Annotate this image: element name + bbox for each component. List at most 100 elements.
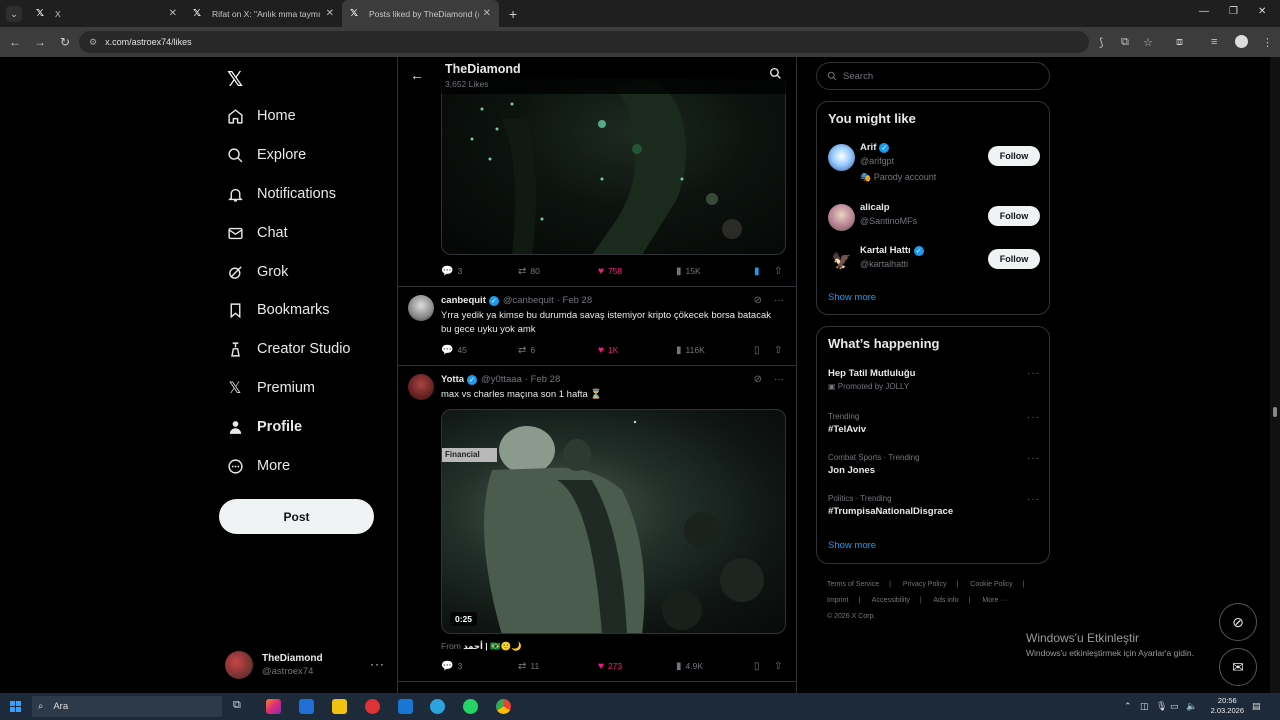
- nav-chat[interactable]: Chat: [226, 221, 288, 245]
- chrome-icon[interactable]: [496, 699, 511, 714]
- author-name[interactable]: Yotta: [441, 374, 464, 385]
- like-button[interactable]: ♥ 758: [598, 266, 622, 277]
- media-icon[interactable]: ≡: [1211, 36, 1217, 48]
- messages-float-button[interactable]: ✉: [1219, 648, 1257, 686]
- nav-home[interactable]: Home: [226, 104, 296, 128]
- footer-link[interactable]: Cookie Policy: [970, 581, 1012, 588]
- nav-more[interactable]: More: [226, 454, 290, 478]
- video-source[interactable]: From أحمد | 🇧🇷🙂🌙: [441, 641, 522, 652]
- close-tab-icon[interactable]: ✕: [169, 8, 177, 19]
- back-arrow-icon[interactable]: ←: [3, 30, 27, 54]
- tweet-video[interactable]: Financial 0:25: [441, 409, 786, 634]
- tray-chevron-icon[interactable]: ⌃: [1124, 701, 1132, 712]
- profile-avatar[interactable]: [1235, 35, 1248, 48]
- footer-link[interactable]: Accessibility: [872, 597, 910, 604]
- more-dots-icon[interactable]: ···: [774, 374, 784, 385]
- browser-tab[interactable]: 𝕏 Rifat on X: "Anlık mma taymı ht ✕: [185, 0, 342, 27]
- translate-icon[interactable]: ⟆: [1099, 36, 1103, 49]
- taskbar-clock[interactable]: 20:56 2.03.2026: [1211, 696, 1244, 716]
- close-tab-icon[interactable]: ✕: [326, 8, 334, 19]
- grok-float-button[interactable]: ⊘: [1219, 603, 1257, 641]
- bookmark-button[interactable]: ▮: [754, 266, 764, 277]
- minimize-icon[interactable]: —: [1199, 6, 1209, 17]
- suggestion-row[interactable]: alicalp @SantinoMFs Follow: [828, 202, 1040, 242]
- reply-button[interactable]: 💬 3: [441, 266, 462, 277]
- footer-link[interactable]: More ···: [982, 597, 1007, 604]
- views-button[interactable]: ▮ 116K: [676, 345, 705, 356]
- footer-link[interactable]: Imprint: [827, 597, 848, 604]
- scrollbar[interactable]: [1270, 57, 1280, 693]
- show-more-link[interactable]: Show more: [828, 292, 876, 303]
- volume-icon[interactable]: 🔈: [1186, 701, 1197, 712]
- extensions-icon[interactable]: ⧈: [1176, 36, 1183, 49]
- trend-item[interactable]: Combat Sports · Trending Jon Jones ···: [828, 453, 1040, 489]
- folder-icon[interactable]: [332, 699, 347, 714]
- browser-tab-active[interactable]: 𝕏 Posts liked by TheDiamond (@ ✕: [342, 0, 499, 27]
- tweet-date[interactable]: · Feb 28: [525, 374, 560, 385]
- close-tab-icon[interactable]: ✕: [483, 8, 491, 19]
- bookmark-button[interactable]: ▯: [754, 661, 764, 672]
- trend-item[interactable]: Hep Tatil Mutluluğu ▣ Promoted by JOLLY …: [828, 368, 1040, 404]
- post-button[interactable]: Post: [219, 499, 374, 534]
- repost-button[interactable]: ⇄ 11: [518, 661, 539, 672]
- app-icon[interactable]: [365, 699, 380, 714]
- follow-button[interactable]: Follow: [988, 206, 1040, 226]
- suggestion-row[interactable]: 🦅 Kartal Hattı ✓ @kartalhatti Follow: [828, 245, 1040, 285]
- address-bar[interactable]: ⚙ x.com/astroex74/likes: [79, 31, 1089, 53]
- tweet-date[interactable]: · Feb 28: [557, 295, 592, 306]
- instagram-icon[interactable]: [266, 699, 281, 714]
- trend-item[interactable]: Trending #TelAviv ···: [828, 412, 1040, 448]
- x-logo-icon[interactable]: 𝕏: [227, 67, 247, 91]
- follow-button[interactable]: Follow: [988, 249, 1040, 269]
- trend-item[interactable]: Politics · Trending #TrumpisaNationalDis…: [828, 494, 1040, 530]
- windows-start-icon[interactable]: [10, 700, 22, 713]
- bookmark-button[interactable]: ▯: [754, 345, 764, 356]
- more-dots-icon[interactable]: ···: [774, 295, 784, 306]
- site-info-icon[interactable]: ⚙: [89, 37, 97, 48]
- show-more-link[interactable]: Show more: [828, 540, 876, 551]
- more-dots-icon[interactable]: ···: [1027, 494, 1040, 505]
- notifications-icon[interactable]: ▤: [1252, 701, 1261, 712]
- nav-creator-studio[interactable]: Creator Studio: [226, 337, 351, 361]
- author-handle[interactable]: @canbequit: [503, 295, 554, 306]
- nav-profile[interactable]: Profile: [226, 415, 302, 439]
- outlook-icon[interactable]: [299, 699, 314, 714]
- suggestion-row[interactable]: Arif ✓ @arifgpt 🎭 Parody account Follow: [828, 142, 1040, 182]
- nav-notifications[interactable]: Notifications: [226, 182, 336, 206]
- microphone-icon[interactable]: 🎙: [1156, 701, 1167, 712]
- more-dots-icon[interactable]: ···: [1027, 453, 1040, 464]
- search-icon[interactable]: [769, 67, 782, 80]
- like-button[interactable]: ♥ 273: [598, 661, 622, 672]
- like-button[interactable]: ♥ 1K: [598, 345, 618, 356]
- more-dots-icon[interactable]: ···: [1027, 368, 1040, 379]
- footer-link[interactable]: Terms of Service: [827, 581, 879, 588]
- menu-icon[interactable]: ⋮: [1262, 36, 1273, 49]
- task-view-icon[interactable]: ⧉: [233, 699, 248, 714]
- network-icon[interactable]: ▭: [1170, 701, 1179, 712]
- author-handle[interactable]: @y0ttaaa: [481, 374, 522, 385]
- avatar[interactable]: [828, 144, 855, 171]
- scrollbar-thumb[interactable]: [1273, 407, 1277, 417]
- whatsapp-icon[interactable]: [463, 699, 478, 714]
- nav-premium[interactable]: 𝕏 Premium: [226, 376, 315, 400]
- footer-link[interactable]: Ads info: [933, 597, 958, 604]
- share-button[interactable]: ⇧: [774, 345, 786, 356]
- tab-list-button[interactable]: ⌄: [6, 6, 22, 22]
- views-button[interactable]: ▮ 15K: [676, 266, 701, 277]
- nav-grok[interactable]: Grok: [226, 260, 288, 284]
- avatar[interactable]: [408, 374, 434, 400]
- grok-icon[interactable]: ⊘: [754, 295, 762, 306]
- author-name[interactable]: canbequit: [441, 295, 486, 306]
- repost-button[interactable]: ⇄ 6: [518, 345, 535, 356]
- back-arrow-icon[interactable]: ←: [410, 67, 424, 83]
- forward-arrow-icon[interactable]: →: [28, 30, 52, 54]
- nav-explore[interactable]: Explore: [226, 143, 306, 167]
- telegram-icon[interactable]: [430, 699, 445, 714]
- restore-icon[interactable]: ❐: [1229, 6, 1238, 17]
- reply-button[interactable]: 💬 3: [441, 661, 462, 672]
- tweet-media[interactable]: [441, 79, 786, 255]
- nav-bookmarks[interactable]: Bookmarks: [226, 298, 330, 322]
- close-window-icon[interactable]: ✕: [1258, 6, 1266, 17]
- browser-tab[interactable]: 𝕏 X ✕: [28, 0, 185, 27]
- install-icon[interactable]: ⧉: [1121, 36, 1129, 49]
